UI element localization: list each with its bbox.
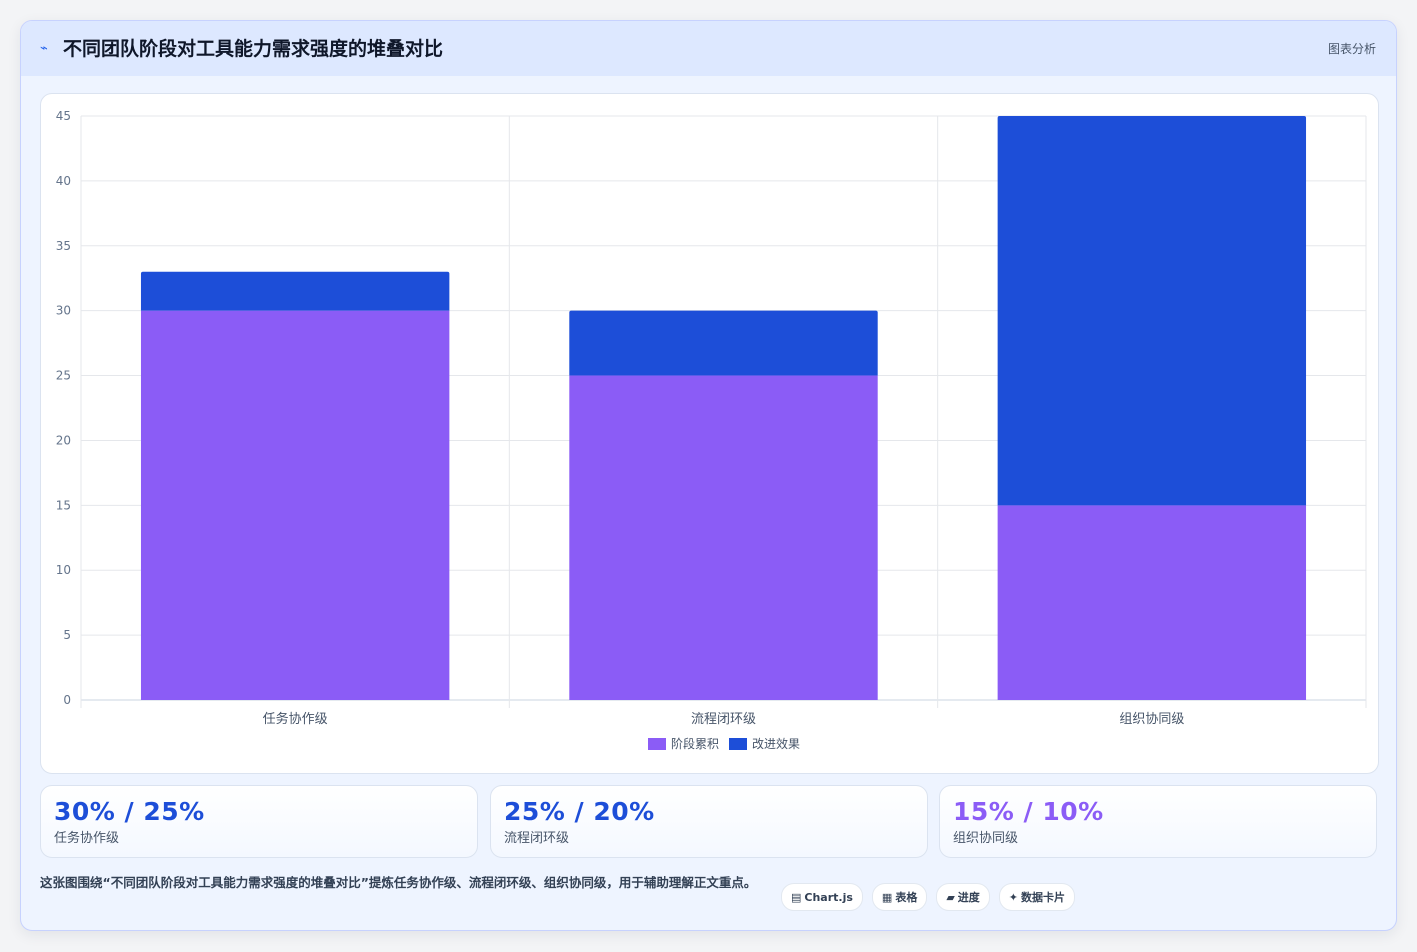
bar-segment	[997, 505, 1307, 700]
stat-value: 15% / 10%	[953, 797, 1104, 826]
y-tick-label: 35	[56, 239, 71, 253]
stat-card-org: 15% / 10% 组织协同级	[939, 785, 1377, 858]
bar-segment	[997, 116, 1307, 506]
card-header: ⌁ 不同团队阶段对工具能力需求强度的堆叠对比 图表分析	[21, 21, 1396, 76]
x-tick-label: 组织协同级	[1119, 712, 1184, 727]
legend-label: 阶段累积	[670, 737, 719, 751]
sparkle-icon: ✦	[1008, 890, 1019, 904]
stacked-bar-chart: 0 5 10 15 20 25 30 35 40 45 任务协作级 流程闭环级 组织协同级	[56, 109, 1367, 727]
y-tick-label: 25	[56, 369, 71, 383]
chart-panel: 0 5 10 15 20 25 30 35 40 45 任务协作级 流程闭环级 组织协同级 阶段累积 改进…	[40, 93, 1379, 774]
stat-value: 25% / 20%	[504, 797, 655, 826]
y-tick-label: 0	[63, 693, 71, 707]
progress-icon: ▰	[946, 890, 955, 904]
footer-note: 这张图围绕“不同团队阶段对工具能力需求强度的堆叠对比”提炼任务协作级、流程闭环级…	[40, 875, 757, 890]
bar-segment	[140, 271, 450, 311]
chart-title: 不同团队阶段对工具能力需求强度的堆叠对比	[63, 38, 444, 60]
pill-table[interactable]: ▦ 表格	[871, 883, 928, 911]
table-icon: ▦	[881, 890, 893, 904]
bar-segment	[569, 310, 878, 376]
pill-label: Chart.js	[804, 890, 853, 904]
pill-label: 进度	[957, 891, 980, 904]
bar-segment	[140, 310, 450, 700]
bar-segment	[569, 375, 878, 700]
y-tick-label: 30	[56, 304, 71, 318]
stat-card-process: 25% / 20% 流程闭环级	[490, 785, 928, 858]
pill-data-card[interactable]: ✦ 数据卡片	[998, 883, 1076, 911]
stat-value: 30% / 25%	[54, 797, 205, 826]
y-tick-label: 5	[63, 628, 71, 642]
x-tick-label: 任务协作级	[263, 711, 328, 727]
legend-item[interactable]: 改进效果	[729, 735, 800, 753]
pill-chartjs[interactable]: ▤ Chart.js	[781, 883, 863, 911]
y-tick-label: 45	[56, 109, 71, 123]
y-tick-label: 10	[56, 563, 71, 577]
y-tick-label: 15	[56, 498, 71, 512]
header-tag: 图表分析	[1327, 42, 1376, 56]
chart-line-icon: ⌁	[40, 41, 48, 56]
chart-card: ⌁ 不同团队阶段对工具能力需求强度的堆叠对比 图表分析 0 5 10 15 20 25 30…	[20, 20, 1397, 931]
legend-swatch	[647, 738, 666, 750]
tech-pills: ▤ Chart.js ▦ 表格 ▰ 进度 ✦ 数据卡片	[781, 883, 1076, 911]
chart-icon: ▤	[791, 890, 802, 904]
pill-label: 数据卡片	[1021, 891, 1066, 904]
pill-label: 表格	[895, 891, 918, 904]
pill-progress[interactable]: ▰ 进度	[936, 883, 990, 911]
legend-item[interactable]: 阶段累积	[647, 735, 719, 753]
x-tick-label: 流程闭环级	[691, 712, 756, 727]
stat-card-task: 30% / 25% 任务协作级	[40, 785, 478, 858]
y-tick-label: 40	[56, 174, 71, 188]
y-tick-label: 20	[56, 433, 71, 447]
stat-label: 任务协作级	[54, 831, 120, 846]
stat-label: 组织协同级	[953, 831, 1019, 846]
legend-label: 改进效果	[752, 737, 801, 751]
chart-legend: 阶段累积 改进效果	[41, 735, 1396, 753]
stat-label: 流程闭环级	[504, 831, 570, 846]
legend-swatch	[729, 738, 747, 750]
